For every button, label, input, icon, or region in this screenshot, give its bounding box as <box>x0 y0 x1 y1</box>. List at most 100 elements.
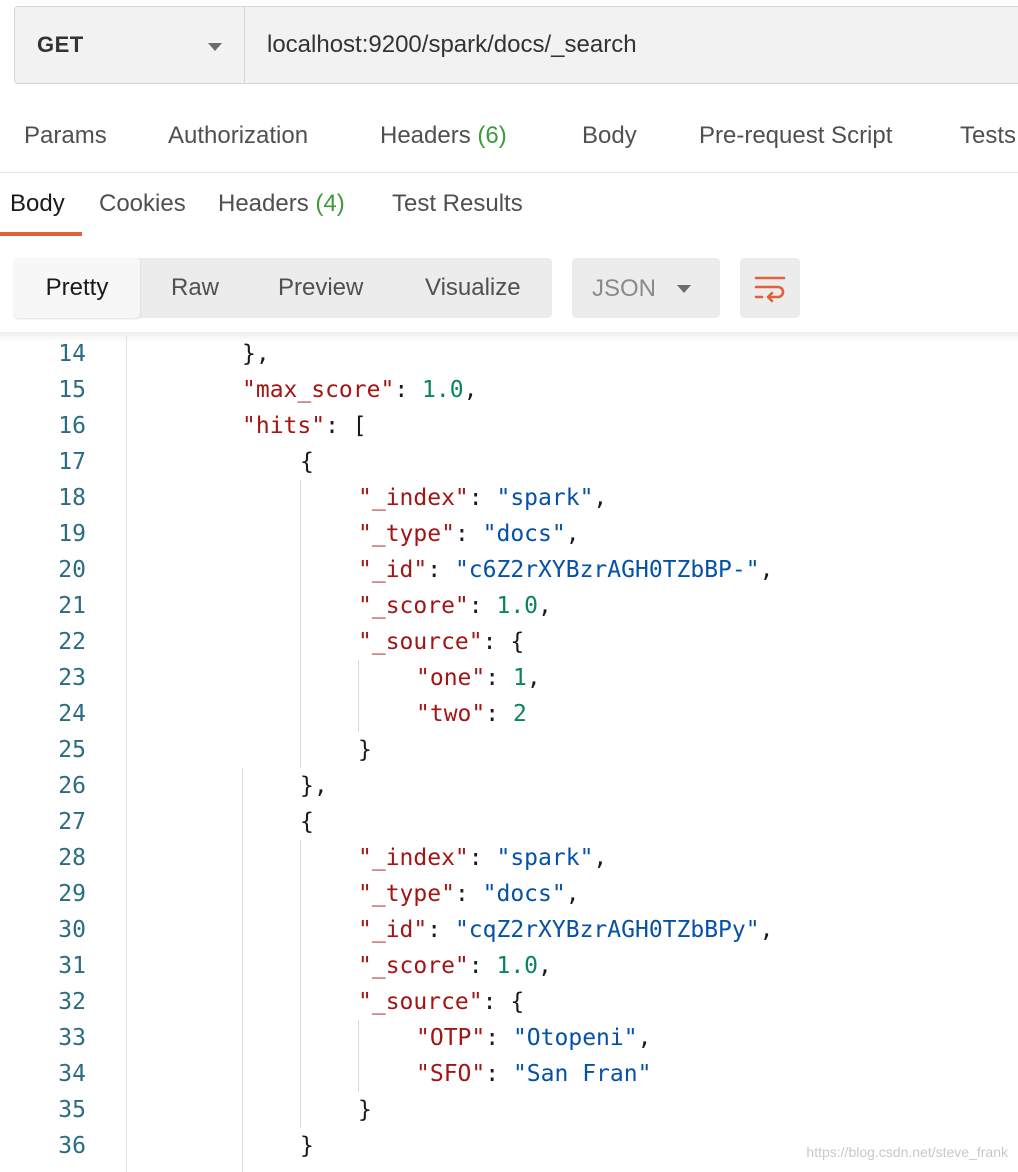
code-text: "_type": "docs", <box>358 516 580 552</box>
response-body-viewer[interactable]: 14}, 15 "max_score": 1.0, 16 "hits": [17 {18 "… <box>0 336 1018 1172</box>
wrap-lines-button[interactable] <box>740 258 800 318</box>
json-punctuation: } <box>358 737 372 763</box>
json-punctuation: : [ <box>325 413 367 439</box>
visualize-button[interactable]: Visualize <box>425 258 521 318</box>
button-label: Visualize <box>425 274 521 301</box>
button-label: Raw <box>171 274 220 301</box>
json-punctuation: : <box>427 917 455 943</box>
json-punctuation: , <box>593 485 608 511</box>
json-punctuation: : <box>468 485 497 511</box>
line-number: 24 <box>58 701 86 727</box>
code-line: 23 "one": 1, <box>0 660 1018 696</box>
json-punctuation: { <box>300 809 314 835</box>
json-punctuation: , <box>593 845 608 871</box>
chevron-down-icon <box>208 43 222 51</box>
tab-label: Headers <box>380 122 471 149</box>
language-label: JSON <box>592 275 657 302</box>
json-punctuation: : <box>468 953 497 979</box>
code-line: 20 "_id": "c6Z2rXYBzrAGH0TZbBP-", <box>0 552 1018 588</box>
method-select[interactable]: GET <box>15 7 245 83</box>
json-number: 2 <box>512 701 527 727</box>
json-punctuation: , <box>759 557 774 583</box>
code-text: "_index": "spark", <box>358 840 607 876</box>
json-key: "SFO" <box>416 1061 486 1087</box>
json-punctuation: , <box>463 377 478 403</box>
json-punctuation: : <box>485 665 513 691</box>
tab-label: Cookies <box>99 190 186 217</box>
code-text: } <box>300 1128 314 1164</box>
line-number: 18 <box>58 485 86 511</box>
tab-label: Body <box>582 122 637 149</box>
code-text: "_source": { <box>358 984 524 1020</box>
json-punctuation: : <box>468 593 497 619</box>
code-text: } <box>358 1092 372 1128</box>
code-line: 19 "_type": "docs", <box>0 516 1018 552</box>
url-input[interactable]: localhost:9200/spark/docs/_search <box>245 7 1018 83</box>
json-punctuation: , <box>538 593 552 619</box>
line-number: 28 <box>58 845 86 871</box>
json-punctuation: , <box>759 917 774 943</box>
json-punctuation: : <box>394 377 423 403</box>
code-text: "one": 1, <box>416 660 541 696</box>
tab-authorization[interactable]: Authorization <box>168 122 308 150</box>
json-punctuation: , <box>526 665 541 691</box>
json-punctuation: } <box>358 1097 372 1123</box>
code-text: "two": 2 <box>416 696 527 732</box>
request-bar: GET localhost:9200/spark/docs/_search <box>14 6 1018 84</box>
tab-label: Authorization <box>168 122 309 149</box>
response-tab-headers[interactable]: Headers (4) <box>218 190 345 218</box>
code-text: }, <box>300 768 328 804</box>
preview-button[interactable]: Preview <box>278 258 363 318</box>
code-line: 33 "OTP": "Otopeni", <box>0 1020 1018 1056</box>
tab-label: Body <box>10 190 65 217</box>
code-text: "_score": 1.0, <box>358 948 552 984</box>
active-tab-indicator <box>0 232 82 236</box>
wrap-lines-icon <box>754 276 786 303</box>
postman-window: GET localhost:9200/spark/docs/_search Pa… <box>0 0 1018 1172</box>
tab-pre-request-script[interactable]: Pre-request Script <box>699 122 892 150</box>
json-string: "cqZ2rXYBzrAGH0TZbBPy" <box>454 917 760 943</box>
json-key: "OTP" <box>416 1025 486 1051</box>
line-number: 35 <box>58 1097 86 1123</box>
code-line: 24 "two": 2 <box>0 696 1018 732</box>
response-tabs: Body Cookies Headers (4) Test Results <box>0 178 1018 238</box>
code-line: 25} <box>0 732 1018 768</box>
raw-button[interactable]: Raw <box>171 258 219 318</box>
code-line: 27 { <box>0 804 1018 840</box>
json-key: "two" <box>416 701 486 727</box>
json-string: "spark" <box>496 845 594 871</box>
json-punctuation: : <box>454 881 483 907</box>
tab-body[interactable]: Body <box>582 122 637 150</box>
response-tab-cookies[interactable]: Cookies <box>99 190 186 218</box>
tab-headers[interactable]: Headers (6) <box>380 122 507 150</box>
json-punctuation: : { <box>482 989 525 1015</box>
json-punctuation: , <box>565 881 580 907</box>
line-number: 31 <box>58 953 86 979</box>
code-text: "_score": 1.0, <box>358 588 552 624</box>
json-punctuation: : <box>485 1025 513 1051</box>
language-select[interactable]: JSON <box>572 258 720 318</box>
tab-label: Pre-request Script <box>699 122 893 149</box>
json-key: "_score" <box>358 593 469 619</box>
pretty-button[interactable]: Pretty <box>14 258 140 318</box>
code-line: 28 "_index": "spark", <box>0 840 1018 876</box>
code-text: } <box>358 732 372 768</box>
code-line: 21 "_score": 1.0, <box>0 588 1018 624</box>
line-number: 36 <box>58 1133 86 1159</box>
json-punctuation: }, <box>242 341 270 367</box>
json-key: "_type" <box>358 521 455 547</box>
line-number: 14 <box>58 341 86 367</box>
tab-params[interactable]: Params <box>24 122 107 150</box>
tab-tests[interactable]: Tests <box>960 122 1016 150</box>
divider <box>0 172 1018 173</box>
code-line: 15 "max_score": 1.0, <box>0 372 1018 408</box>
response-tab-test-results[interactable]: Test Results <box>392 190 523 218</box>
line-number: 29 <box>58 881 86 907</box>
json-number: 1.0 <box>496 593 539 619</box>
json-punctuation: , <box>637 1025 652 1051</box>
json-punctuation: : <box>427 557 455 583</box>
line-number: 20 <box>58 557 86 583</box>
json-key: "_score" <box>358 953 469 979</box>
line-number: 30 <box>58 917 86 943</box>
response-tab-body[interactable]: Body <box>10 190 65 218</box>
